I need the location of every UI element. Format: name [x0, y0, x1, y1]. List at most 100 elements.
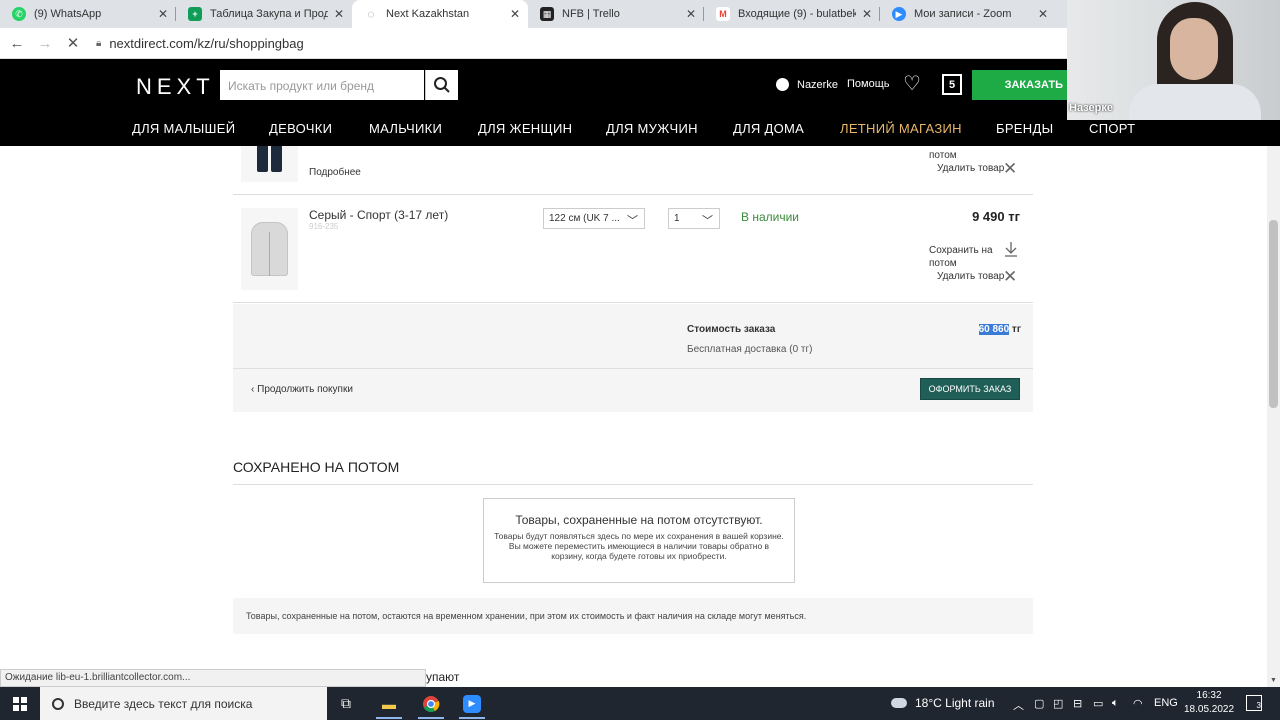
save-for-later-link[interactable]: потом	[929, 149, 957, 162]
notifications-icon[interactable]: 3	[1246, 695, 1262, 711]
nav-item-home[interactable]: ДЛЯ ДОМА	[733, 121, 804, 136]
empty-text: Товары будут появляться здесь по мере их…	[494, 531, 784, 541]
quantity-select[interactable]: 1 ﹀	[668, 208, 720, 229]
nav-item-summer-shop[interactable]: ЛЕТНИЙ МАГАЗИН	[840, 121, 962, 136]
close-icon[interactable]: ✕	[862, 7, 872, 21]
chevron-up-icon[interactable]: ︿	[1013, 697, 1024, 713]
url-field[interactable]: 🔒︎ nextdirect.com/kz/ru/shoppingbag	[96, 36, 304, 51]
save-for-later-link[interactable]: Сохранить на потом	[929, 244, 993, 270]
address-bar: ← → ✕ 🔒︎ nextdirect.com/kz/ru/shoppingba…	[0, 28, 1067, 59]
size-select[interactable]: 122 см (UK 7 ... ﹀	[543, 208, 645, 229]
chevron-down-icon: ﹀	[702, 215, 713, 227]
trello-icon: ▦	[540, 7, 554, 21]
item-price: 9 490 тг	[972, 209, 1020, 224]
tab-zoom[interactable]: ▶ Мои записи - Zoom ✕	[880, 0, 1056, 28]
saved-for-later-title: СОХРАНЕНО НА ПОТОМ	[233, 459, 400, 475]
saved-notice: Товары, сохраненные на потом, остаются н…	[233, 598, 1033, 634]
details-link[interactable]: Подробнее	[309, 167, 361, 178]
scroll-down-icon[interactable]: ▼	[1270, 677, 1277, 684]
close-icon[interactable]: ✕	[1003, 268, 1017, 285]
windows-taskbar: Введите здесь текст для поиска ⧉ ▬ ▶ 18°…	[0, 687, 1280, 720]
order-button[interactable]: ЗАКАЗАТЬ	[972, 70, 1067, 100]
nav-item-babies[interactable]: ДЛЯ МАЛЫШЕЙ	[132, 121, 235, 136]
product-code: 916-235	[309, 222, 339, 231]
save-line1: Сохранить на	[929, 245, 993, 256]
shopping-bag-icon[interactable]: 5	[942, 74, 962, 95]
continue-shopping-link[interactable]: ‹ Продолжить покупки	[251, 384, 353, 395]
search-placeholder: Введите здесь текст для поиска	[74, 696, 253, 711]
tab-label: Таблица Закупа и Продаж	[210, 8, 328, 20]
order-total-value: 60 860 тг	[978, 324, 1021, 335]
product-name[interactable]: Серый - Спорт (3-17 лет)	[309, 208, 448, 222]
tab-next-kazakhstan[interactable]: ◌ Next Kazakhstan ✕	[352, 0, 528, 28]
search-input[interactable]: Искать продукт или бренд	[220, 70, 424, 100]
meet-now-icon[interactable]: ▢	[1034, 697, 1044, 710]
checkout-button[interactable]: ОФОРМИТЬ ЗАКАЗ	[920, 378, 1020, 400]
remove-item-link[interactable]: Удалить товар	[937, 162, 1004, 175]
remove-item-link[interactable]: Удалить товар	[937, 270, 1004, 283]
file-explorer-icon[interactable]: ▬	[376, 691, 402, 719]
close-icon[interactable]: ✕	[1038, 7, 1048, 21]
tab-label: NFB | Trello	[562, 8, 620, 20]
nav-item-women[interactable]: ДЛЯ ЖЕНЩИН	[478, 121, 572, 136]
webcam-overlay: Назерке	[1067, 0, 1280, 120]
search-icon	[434, 77, 450, 93]
close-icon[interactable]: ✕	[686, 7, 696, 21]
page-scrollbar[interactable]: ▼	[1267, 146, 1280, 687]
next-logo[interactable]: NEXT	[136, 74, 215, 100]
taskbar-search-input[interactable]: Введите здесь текст для поиска	[40, 687, 327, 720]
close-icon[interactable]: ✕	[1003, 160, 1017, 177]
shipping-info: Бесплатная доставка (0 тг)	[687, 344, 813, 355]
product-image-hoodie[interactable]	[241, 208, 298, 290]
start-button[interactable]	[0, 687, 40, 720]
browser-status-bar: Ожидание lib-eu-1.brilliantcollector.com…	[0, 669, 426, 687]
clock-time: 16:32	[1196, 690, 1222, 701]
saved-empty-box: Товары, сохраненные на потом отсутствуют…	[483, 498, 795, 583]
nav-item-boys[interactable]: МАЛЬЧИКИ	[369, 121, 442, 136]
nav-item-brands[interactable]: БРЕНДЫ	[996, 121, 1053, 136]
close-icon[interactable]: ✕	[158, 7, 168, 21]
tab-sheets[interactable]: + Таблица Закупа и Продаж ✕	[176, 0, 352, 28]
forward-arrow-icon[interactable]: →	[34, 32, 56, 54]
tab-label: Мои записи - Zoom	[914, 8, 1012, 20]
favourites-heart-icon[interactable]: ♡	[903, 73, 925, 95]
volume-icon[interactable]: 🔈︎	[1112, 697, 1119, 710]
chrome-icon[interactable]	[418, 691, 444, 719]
tab-label: Next Kazakhstan	[386, 8, 470, 20]
close-icon[interactable]: ✕	[510, 7, 520, 21]
search-button[interactable]	[425, 70, 458, 100]
back-arrow-icon[interactable]: ←	[6, 32, 28, 54]
weather-widget[interactable]: 18°C Light rain	[891, 696, 995, 710]
network-icon[interactable]: ⊟	[1073, 697, 1082, 710]
sheets-icon: +	[188, 7, 202, 21]
stock-status: В наличии	[741, 210, 800, 224]
camera-icon[interactable]: ◰	[1053, 697, 1063, 710]
stop-loading-icon[interactable]: ✕	[62, 32, 84, 54]
system-clock[interactable]: 16:32 18.05.2022	[1184, 689, 1234, 717]
bag-item: Подробнее потом Удалить товар ✕	[233, 146, 1033, 195]
help-link[interactable]: Помощь	[847, 78, 890, 90]
user-icon	[776, 78, 789, 91]
url-text: nextdirect.com/kz/ru/shoppingbag	[109, 35, 304, 51]
wifi-icon[interactable]: ◠	[1133, 697, 1143, 710]
product-image-shorts[interactable]	[241, 146, 298, 182]
language-indicator[interactable]: ENG	[1154, 697, 1178, 709]
cloud-icon	[891, 698, 907, 708]
save-line2: потом	[929, 258, 957, 269]
browser-tab-strip: ✆ (9) WhatsApp ✕ + Таблица Закупа и Прод…	[0, 0, 1067, 28]
tab-trello[interactable]: ▦ NFB | Trello ✕	[528, 0, 704, 28]
download-arrow-icon[interactable]	[1004, 241, 1018, 257]
site-header: NEXT Искать продукт или бренд Nazerke По…	[0, 59, 1067, 111]
battery-icon[interactable]: ▭	[1093, 697, 1103, 710]
tab-whatsapp[interactable]: ✆ (9) WhatsApp ✕	[0, 0, 176, 28]
account-link[interactable]: Nazerke	[776, 78, 838, 91]
nav-item-sport[interactable]: СПОРТ	[1089, 121, 1135, 136]
close-icon[interactable]: ✕	[334, 7, 344, 21]
zoom-app-icon[interactable]: ▶	[459, 691, 485, 719]
nav-item-men[interactable]: ДЛЯ МУЖЧИН	[606, 121, 698, 136]
task-view-icon[interactable]: ⧉	[333, 691, 359, 716]
nav-item-girls[interactable]: ДЕВОЧКИ	[269, 121, 332, 136]
page-content: Подробнее потом Удалить товар ✕ Серый - …	[0, 146, 1280, 687]
scrollbar-thumb[interactable]	[1269, 220, 1278, 408]
tab-gmail[interactable]: M Входящие (9) - bulatbekky ✕	[704, 0, 880, 28]
